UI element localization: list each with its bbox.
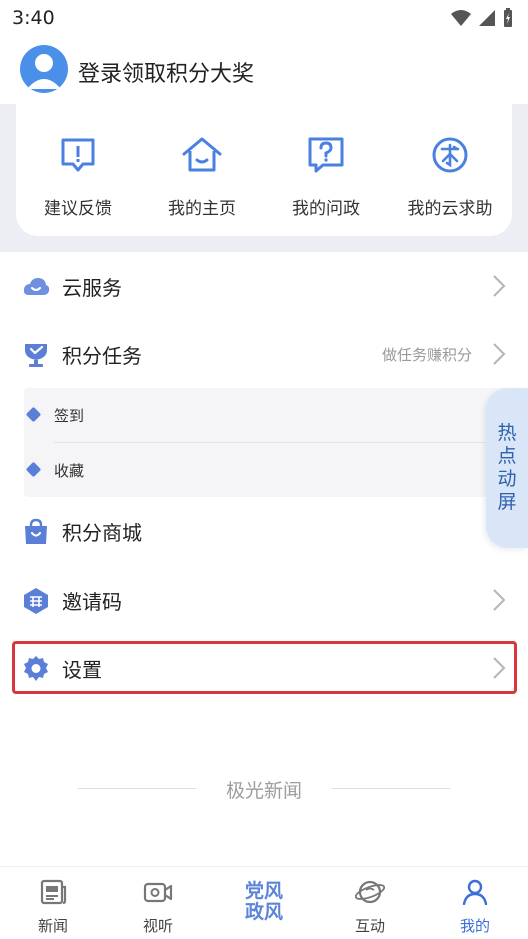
party-logo[interactable]: 党风政风 bbox=[236, 881, 292, 923]
home-icon bbox=[182, 137, 222, 172]
avatar[interactable] bbox=[20, 45, 68, 93]
settings-highlight-box bbox=[12, 641, 517, 694]
submenu-item-label: 收藏 bbox=[54, 462, 85, 480]
chevron-right-icon bbox=[493, 275, 506, 297]
status-bar: 3:40 bbox=[0, 0, 528, 36]
points-tasks-submenu: 签到 收藏 bbox=[24, 388, 506, 497]
feedback-icon bbox=[61, 138, 95, 172]
question-icon bbox=[308, 137, 344, 173]
hot-topics-label: 热点动屏 bbox=[497, 422, 517, 513]
nav-tab-video[interactable]: 视听 bbox=[118, 879, 198, 936]
menu-item-label: 积分商城 bbox=[62, 521, 142, 545]
wifi-icon bbox=[451, 10, 471, 26]
footer-brand: 极光新闻 bbox=[0, 775, 528, 805]
quick-actions-card: 建议反馈 我的主页 我的问政 我的云求助 bbox=[16, 104, 512, 236]
quick-action-label: 我的云求助 bbox=[407, 199, 493, 219]
quick-action-cloud-help[interactable]: 我的云求助 bbox=[388, 132, 512, 219]
submenu-item-sign-in[interactable]: 签到 bbox=[24, 388, 506, 443]
brand-name: 极光新闻 bbox=[225, 780, 302, 802]
quick-action-homepage[interactable]: 我的主页 bbox=[140, 132, 264, 219]
hot-topics-floating-tab[interactable]: 热点动屏 bbox=[486, 388, 528, 548]
menu-item-points-mall[interactable]: 积分商城 bbox=[0, 498, 528, 564]
trophy-icon bbox=[25, 344, 47, 367]
menu-item-label: 积分任务 bbox=[62, 344, 142, 368]
submenu-item-label: 签到 bbox=[54, 407, 85, 425]
menu-item-points-tasks[interactable]: 积分任务 做任务赚积分 bbox=[0, 321, 528, 387]
bullet-icon bbox=[25, 461, 42, 478]
quick-action-label: 我的主页 bbox=[168, 199, 236, 219]
nav-tab-interact[interactable]: 互动 bbox=[330, 879, 410, 936]
quick-action-label: 建议反馈 bbox=[44, 199, 112, 219]
interact-icon bbox=[354, 880, 386, 904]
invite-icon bbox=[24, 588, 48, 614]
cloud-icon bbox=[23, 278, 50, 295]
menu-item-label: 邀请码 bbox=[62, 590, 122, 614]
login-prompt[interactable]: 登录领取积分大奖 bbox=[78, 56, 254, 88]
bottom-navigation: 新闻 视听 党风政风 互动 我的 bbox=[0, 866, 528, 939]
bullet-icon bbox=[25, 406, 42, 423]
menu-item-invite-code[interactable]: 邀请码 bbox=[0, 567, 528, 633]
quick-action-label: 我的问政 bbox=[292, 199, 360, 219]
chevron-right-icon bbox=[493, 343, 506, 365]
status-time: 3:40 bbox=[12, 7, 55, 29]
status-icons bbox=[450, 8, 514, 28]
nav-tab-mine[interactable]: 我的 bbox=[435, 879, 515, 936]
quick-action-feedback[interactable]: 建议反馈 bbox=[16, 132, 140, 219]
chevron-right-icon bbox=[493, 589, 506, 611]
signal-icon bbox=[479, 10, 495, 26]
nav-tab-label: 视听 bbox=[142, 917, 173, 935]
quick-action-inquiry[interactable]: 我的问政 bbox=[264, 132, 388, 219]
menu-item-label: 云服务 bbox=[62, 276, 122, 300]
user-avatar-icon bbox=[27, 54, 61, 89]
nav-tab-label: 我的 bbox=[459, 917, 490, 935]
news-icon bbox=[40, 879, 67, 905]
points-tasks-hint: 做任务赚积分 bbox=[381, 346, 472, 364]
menu-item-cloud-service[interactable]: 云服务 bbox=[0, 253, 528, 319]
nav-tab-label: 互动 bbox=[354, 917, 385, 935]
nav-tab-label: 新闻 bbox=[37, 917, 68, 935]
battery-icon bbox=[504, 8, 512, 27]
profile-header[interactable]: 登录领取积分大奖 bbox=[0, 36, 528, 104]
submenu-item-favorites[interactable]: 收藏 bbox=[24, 443, 506, 497]
nav-tab-news[interactable]: 新闻 bbox=[13, 879, 93, 936]
shopping-bag-icon bbox=[25, 518, 47, 544]
help-request-icon bbox=[432, 137, 468, 173]
video-icon bbox=[143, 882, 173, 903]
profile-icon bbox=[462, 879, 488, 906]
